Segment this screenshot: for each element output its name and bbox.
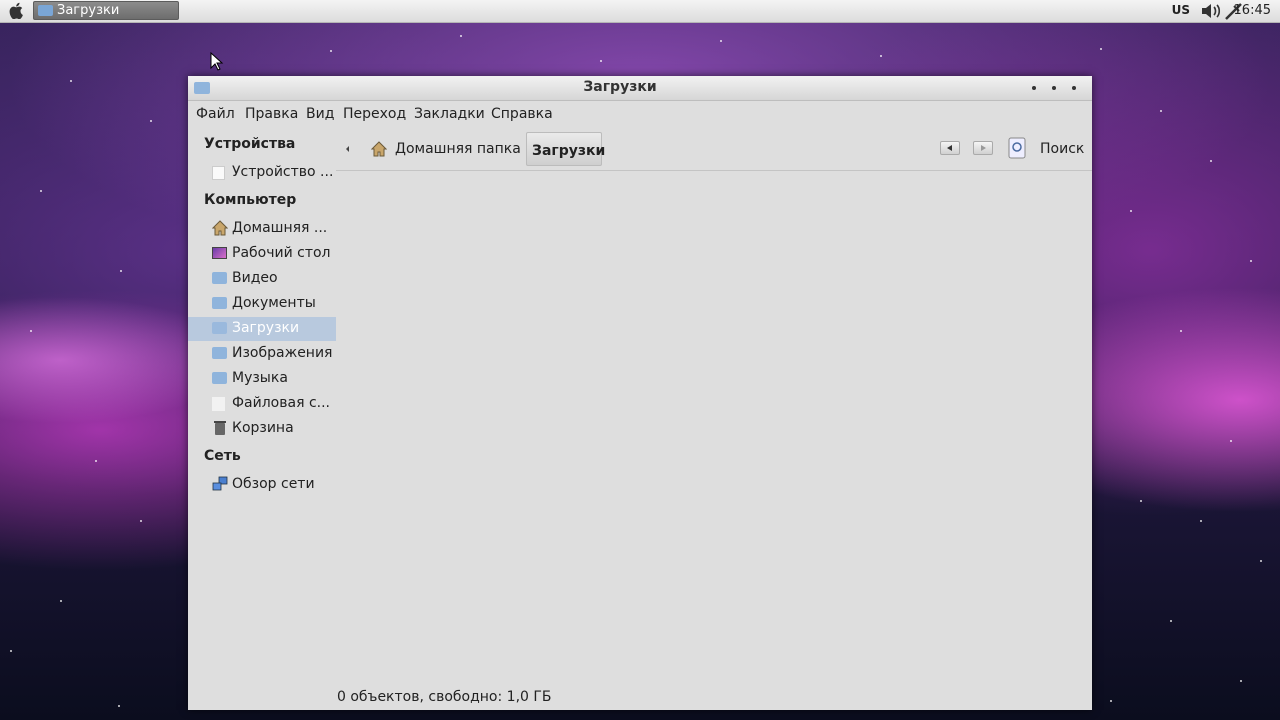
sidebar: Устройства Устройство ... Компьютер Дома… bbox=[188, 128, 336, 710]
search-icon[interactable] bbox=[1008, 137, 1026, 159]
window-title: Загрузки bbox=[583, 79, 657, 95]
back-arrow-icon bbox=[947, 145, 952, 151]
maximize-button[interactable] bbox=[1052, 86, 1056, 90]
sidebar-item-label: Файловая с... bbox=[232, 395, 330, 411]
forward-arrow-icon bbox=[981, 145, 986, 151]
home-icon bbox=[371, 141, 387, 157]
sidebar-item-downloads[interactable]: Загрузки bbox=[188, 317, 336, 341]
path-scroll-left-icon[interactable] bbox=[346, 146, 349, 152]
folder-icon bbox=[212, 272, 227, 284]
folder-icon bbox=[212, 372, 227, 384]
sidebar-item-label: Корзина bbox=[232, 420, 294, 436]
sidebar-item-filesystem[interactable]: Файловая с... bbox=[188, 392, 336, 416]
drive-icon bbox=[212, 166, 225, 180]
folder-icon bbox=[212, 347, 227, 359]
sidebar-item-pictures[interactable]: Изображения bbox=[188, 342, 336, 366]
sidebar-item-home[interactable]: Домашняя ... bbox=[188, 217, 336, 241]
sidebar-item-trash[interactable]: Корзина bbox=[188, 417, 336, 441]
menu-view[interactable]: Вид bbox=[306, 106, 334, 122]
home-icon bbox=[212, 220, 228, 236]
folder-icon bbox=[212, 322, 227, 334]
menu-go[interactable]: Переход bbox=[343, 106, 406, 122]
desktop-icon bbox=[212, 247, 227, 259]
sidebar-item-label: Музыка bbox=[232, 370, 288, 386]
sidebar-heading-computer: Компьютер bbox=[204, 192, 297, 208]
window-controls bbox=[1032, 82, 1086, 94]
sidebar-item-label: Обзор сети bbox=[232, 476, 315, 492]
menu-help[interactable]: Справка bbox=[491, 106, 553, 122]
sidebar-item-label: Изображения bbox=[232, 345, 333, 361]
sidebar-item-label: Загрузки bbox=[232, 320, 300, 336]
folder-icon bbox=[38, 5, 53, 16]
sidebar-item-label: Рабочий стол bbox=[232, 245, 331, 261]
sidebar-item-network[interactable]: Обзор сети bbox=[188, 473, 336, 497]
sidebar-item-videos[interactable]: Видео bbox=[188, 267, 336, 291]
search-button[interactable]: Поиск bbox=[1040, 141, 1084, 157]
clock[interactable]: 16:45 bbox=[1234, 3, 1271, 18]
window-titlebar[interactable]: Загрузки bbox=[188, 76, 1092, 101]
back-button[interactable] bbox=[940, 141, 960, 155]
menu-bar: Файл Правка Вид Переход Закладки Справка bbox=[188, 101, 1092, 127]
keyboard-layout-indicator[interactable]: US bbox=[1172, 3, 1190, 17]
folder-icon bbox=[212, 297, 227, 309]
mouse-cursor-icon bbox=[210, 52, 224, 71]
forward-button[interactable] bbox=[973, 141, 993, 155]
menu-bookmarks[interactable]: Закладки bbox=[414, 106, 485, 122]
network-icon bbox=[212, 476, 228, 491]
taskbar-window-button[interactable]: Загрузки bbox=[33, 1, 179, 20]
top-panel: Загрузки US 16:45 bbox=[0, 0, 1280, 23]
volume-icon[interactable] bbox=[1200, 3, 1222, 19]
sidebar-heading-devices: Устройства bbox=[204, 136, 296, 152]
menu-edit[interactable]: Правка bbox=[245, 106, 298, 122]
path-current-button[interactable]: Загрузки bbox=[526, 132, 606, 166]
sidebar-heading-network: Сеть bbox=[204, 448, 241, 464]
taskbar-window-label: Загрузки bbox=[57, 3, 120, 18]
close-button[interactable] bbox=[1072, 86, 1076, 90]
apple-logo-icon[interactable] bbox=[9, 2, 25, 19]
sidebar-item-label: Документы bbox=[232, 295, 316, 311]
path-current-label: Загрузки bbox=[532, 143, 606, 159]
status-bar: 0 объектов, свободно: 1,0 ГБ bbox=[337, 689, 552, 705]
minimize-button[interactable] bbox=[1032, 86, 1036, 90]
trash-icon bbox=[214, 421, 226, 435]
file-view-area[interactable] bbox=[336, 171, 1092, 691]
sidebar-item-label: Устройство ... bbox=[232, 164, 334, 180]
filesystem-icon bbox=[212, 397, 225, 411]
path-bar: Домашняя папка Загрузки Поиск bbox=[336, 128, 1092, 171]
sidebar-item-desktop[interactable]: Рабочий стол bbox=[188, 242, 336, 266]
file-manager-window: Загрузки Файл Правка Вид Переход Закладк… bbox=[188, 76, 1092, 710]
sidebar-item-label: Видео bbox=[232, 270, 278, 286]
sidebar-item-label: Домашняя ... bbox=[232, 220, 328, 236]
path-home-button[interactable]: Домашняя папка bbox=[395, 141, 521, 157]
menu-file[interactable]: Файл bbox=[196, 106, 235, 122]
sidebar-item-music[interactable]: Музыка bbox=[188, 367, 336, 391]
sidebar-item-documents[interactable]: Документы bbox=[188, 292, 336, 316]
sidebar-item-device[interactable]: Устройство ... bbox=[188, 161, 336, 185]
